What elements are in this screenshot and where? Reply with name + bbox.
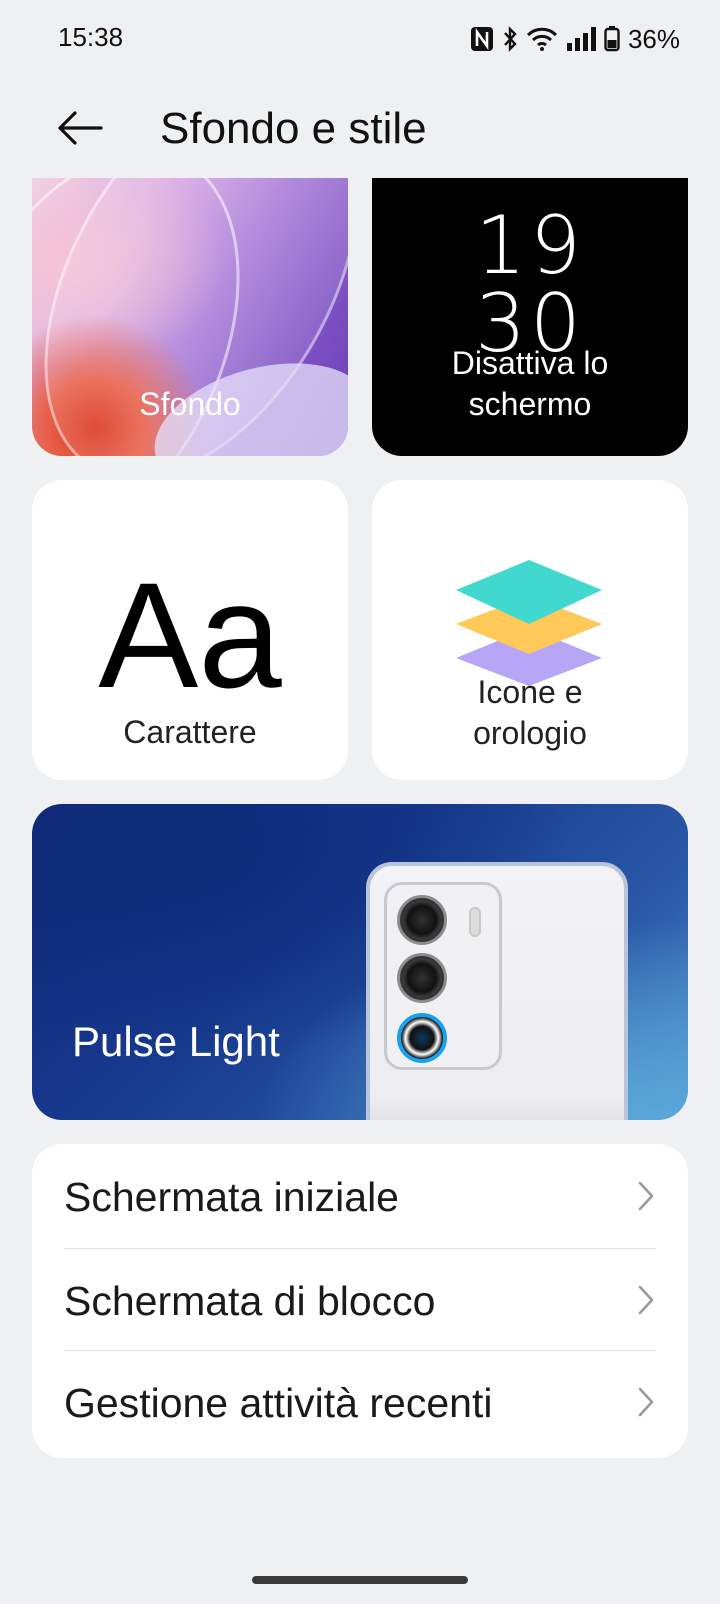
camera-lens (397, 953, 447, 1003)
settings-list: Schermata iniziale Schermata di blocco G… (32, 1144, 688, 1458)
camera-lens (397, 895, 447, 945)
icons-label-line2: orologio (473, 715, 587, 751)
chevron-right-icon (638, 1285, 654, 1315)
bluetooth-icon (502, 26, 518, 52)
status-time: 15:38 (58, 22, 124, 52)
chevron-right-icon (638, 1387, 654, 1417)
camera-module (384, 882, 502, 1070)
wallpaper-tile[interactable]: Sfondo (32, 178, 348, 456)
font-tile[interactable]: Aa Carattere (32, 480, 348, 780)
clock-hour: 19 (475, 199, 585, 292)
font-sample: Aa (98, 551, 282, 719)
header: Sfondo e stile (0, 90, 720, 170)
nfc-icon (470, 26, 494, 52)
back-button[interactable] (52, 104, 108, 156)
list-item-label: Schermata iniziale (64, 1174, 399, 1220)
list-item-label: Gestione attività recenti (64, 1380, 493, 1426)
page-title: Sfondo e stile (160, 104, 427, 153)
status-bar: 15:38 36% (0, 0, 720, 80)
screen-off-label-line2: schermo (468, 386, 592, 422)
wallpaper-label: Sfondo (139, 386, 241, 422)
camera-flash (469, 907, 481, 937)
wifi-icon (526, 26, 558, 52)
screen-off-tile[interactable]: 19 30 Disattiva lo schermo (372, 178, 688, 456)
status-icons: 36% (470, 22, 680, 56)
banner-label: Pulse Light (72, 1018, 280, 1065)
home-indicator[interactable] (252, 1576, 468, 1584)
list-item-recent-tasks[interactable]: Gestione attività recenti (32, 1350, 688, 1452)
battery-percent: 36% (627, 23, 680, 54)
layers-icon (456, 560, 602, 686)
screen-off-label-line1: Disattiva lo (451, 345, 609, 381)
list-item-lock-screen[interactable]: Schermata di blocco (32, 1248, 688, 1350)
arrow-left-icon (57, 110, 103, 151)
icons-clock-tile[interactable]: Icone e orologio (372, 480, 688, 780)
phone-illustration (366, 862, 628, 1120)
signal-icon (566, 26, 596, 52)
list-item-label: Schermata di blocco (64, 1278, 436, 1324)
pulse-light-banner[interactable]: Pulse Light (32, 804, 688, 1120)
icons-label-line1: Icone e (477, 674, 583, 710)
battery-icon (604, 26, 620, 52)
camera-lens-ring (397, 1013, 447, 1063)
chevron-right-icon (638, 1181, 654, 1211)
font-label: Carattere (123, 714, 257, 750)
list-item-home-screen[interactable]: Schermata iniziale (32, 1144, 688, 1246)
